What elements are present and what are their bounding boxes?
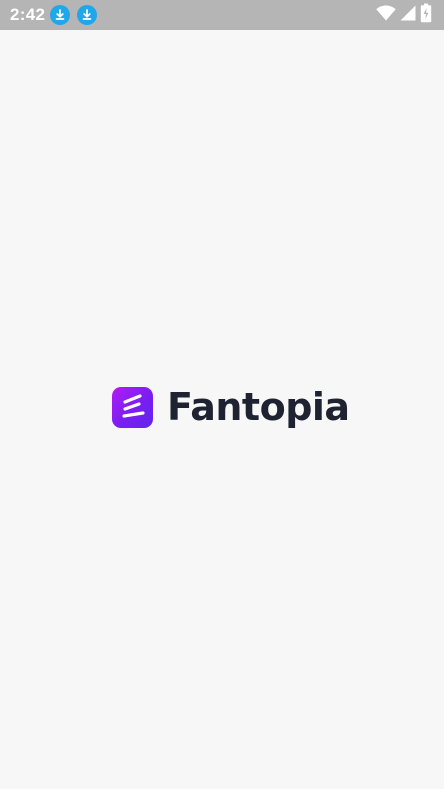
app-name: Fantopia xyxy=(167,385,350,429)
battery-charging-icon xyxy=(420,3,432,28)
download-icon xyxy=(77,5,97,25)
cellular-signal-icon xyxy=(400,5,416,26)
fantopia-logo-icon xyxy=(112,387,153,428)
status-time: 2:42 xyxy=(10,5,46,24)
status-bar: 2:42 xyxy=(0,0,444,30)
download-icon xyxy=(50,5,70,25)
status-indicators xyxy=(376,3,432,28)
wifi-icon xyxy=(376,4,396,26)
splash-logo: Fantopia xyxy=(112,387,350,428)
